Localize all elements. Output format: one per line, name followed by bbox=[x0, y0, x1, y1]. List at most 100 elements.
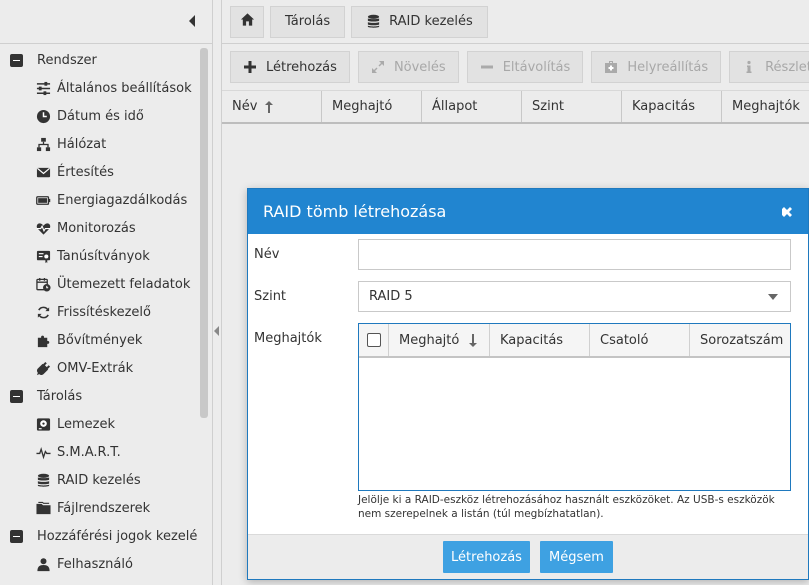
level-select[interactable]: RAID 5 bbox=[358, 281, 791, 312]
drives-column-device[interactable]: Meghajtó bbox=[389, 324, 490, 356]
drives-label: Meghajtók bbox=[254, 331, 322, 346]
breadcrumb-storage[interactable]: Tárolás bbox=[270, 5, 346, 38]
nav-item[interactable]: Ütemezett feladatok bbox=[0, 270, 197, 298]
details-button-label: Részlet bbox=[765, 59, 809, 75]
close-icon[interactable] bbox=[780, 204, 794, 218]
create-button-label: Létrehozás bbox=[266, 59, 337, 75]
nav-section[interactable]: Hozzáférési jogok kezelése bbox=[0, 522, 197, 550]
column-label: Állapot bbox=[432, 99, 478, 114]
select-all-checkbox-cell[interactable] bbox=[359, 324, 389, 356]
nav-item-label: Tanúsítványok bbox=[57, 248, 150, 264]
nav-item[interactable]: OMV-Extrák bbox=[0, 354, 197, 382]
certificate-icon bbox=[35, 248, 51, 264]
drives-column-connector[interactable]: Csatoló bbox=[590, 324, 690, 356]
create-raid-button[interactable]: Létrehozás bbox=[443, 541, 530, 573]
remove-button-label: Eltávolítás bbox=[502, 59, 571, 75]
column-header-device[interactable]: Meghajtó bbox=[322, 91, 422, 122]
dialog-footer: Létrehozás Mégsem bbox=[248, 534, 808, 579]
nav-item-label: Bővítmények bbox=[57, 332, 143, 348]
nav-section-label: Tárolás bbox=[37, 388, 83, 404]
select-all-checkbox[interactable] bbox=[367, 333, 381, 347]
create-button[interactable]: Létrehozás bbox=[230, 51, 350, 83]
collapse-section-icon[interactable] bbox=[10, 53, 23, 67]
pulse-line-icon bbox=[35, 444, 51, 460]
name-label: Név bbox=[254, 247, 280, 262]
recover-button-label: Helyreállítás bbox=[627, 59, 709, 75]
drives-grid-header: Meghajtó Kapacitás Csatoló Sorozatszám bbox=[359, 324, 790, 358]
nav-section[interactable]: Rendszer bbox=[0, 46, 197, 74]
nav-item[interactable]: Lemezek bbox=[0, 410, 197, 438]
plus-icon bbox=[243, 60, 257, 74]
nav-section-label: Rendszer bbox=[37, 52, 97, 68]
nav-item-label: Hálózat bbox=[57, 136, 107, 152]
nav-item[interactable]: Általános beállítások bbox=[0, 74, 197, 102]
nav-item-label: Monitorozás bbox=[57, 220, 136, 236]
nav-item[interactable]: Értesítés bbox=[0, 158, 197, 186]
create-raid-dialog: RAID tömb létrehozása Név Szint RAID 5 M… bbox=[247, 188, 809, 580]
breadcrumb-label: RAID kezelés bbox=[389, 14, 473, 29]
column-header-capacity[interactable]: Kapacitás bbox=[622, 91, 722, 122]
grow-button-label: Növelés bbox=[393, 59, 446, 75]
disk-icon bbox=[35, 416, 51, 432]
nav-item[interactable]: Dátum és idő bbox=[0, 102, 197, 130]
plug-icon bbox=[35, 360, 51, 376]
panel-splitter[interactable] bbox=[213, 0, 222, 585]
column-header-devices[interactable]: Meghajtók bbox=[722, 91, 809, 122]
raid-grid-header: Név Meghajtó Állapot Szint Kapacitás Meg… bbox=[222, 90, 809, 124]
drives-column-capacity[interactable]: Kapacitás bbox=[490, 324, 590, 356]
grow-button[interactable]: Növelés bbox=[357, 51, 459, 83]
clock-icon bbox=[35, 108, 51, 124]
nav-item[interactable]: Bővítmények bbox=[0, 326, 197, 354]
collapse-section-icon[interactable] bbox=[10, 389, 23, 403]
database-icon bbox=[366, 14, 381, 29]
nav-section[interactable]: Tárolás bbox=[0, 382, 197, 410]
nav-item-label: RAID kezelés bbox=[57, 472, 141, 488]
toolbar: Létrehozás Növelés Eltávolítás Helyreáll… bbox=[222, 44, 809, 90]
minus-icon bbox=[480, 60, 494, 74]
name-field[interactable] bbox=[358, 239, 791, 270]
battery-icon bbox=[35, 192, 51, 208]
nav-item[interactable]: Tanúsítványok bbox=[0, 242, 197, 270]
column-label: Meghajtók bbox=[732, 99, 800, 114]
breadcrumb-raid[interactable]: RAID kezelés bbox=[351, 5, 488, 38]
home-icon bbox=[240, 12, 255, 31]
nav-item[interactable]: Felhasználó bbox=[0, 550, 197, 578]
column-label: Sorozatszám bbox=[700, 332, 784, 348]
info-icon bbox=[742, 60, 756, 74]
nav-item[interactable]: Monitorozás bbox=[0, 214, 197, 242]
column-label: Csatoló bbox=[600, 332, 649, 348]
breadcrumb-home[interactable] bbox=[230, 5, 264, 38]
nav-item[interactable]: RAID kezelés bbox=[0, 466, 197, 494]
network-icon bbox=[35, 136, 51, 152]
nav-item[interactable]: Fájlrendszerek bbox=[0, 494, 197, 522]
nav-item-label: Frissítéskezelő bbox=[57, 304, 151, 320]
nav-item[interactable]: Energiagazdálkodás bbox=[0, 186, 197, 214]
nav-item[interactable]: S.M.A.R.T. bbox=[0, 438, 197, 466]
sliders-icon bbox=[35, 80, 51, 96]
details-button[interactable]: Részlet bbox=[729, 51, 809, 83]
column-header-level[interactable]: Szint bbox=[522, 91, 622, 122]
heart-pulse-icon bbox=[35, 220, 51, 236]
column-header-name[interactable]: Név bbox=[222, 91, 322, 122]
level-label: Szint bbox=[254, 289, 287, 304]
drives-grid-body bbox=[359, 358, 790, 490]
nav-item[interactable]: Hálózat bbox=[0, 130, 197, 158]
breadcrumb-label: Tárolás bbox=[285, 14, 331, 29]
nav-item[interactable]: Frissítéskezelő bbox=[0, 298, 197, 326]
remove-button[interactable]: Eltávolítás bbox=[466, 51, 584, 83]
nav-item-label: Ütemezett feladatok bbox=[57, 276, 191, 292]
recover-button[interactable]: Helyreállítás bbox=[591, 51, 722, 83]
collapse-nav-button[interactable] bbox=[0, 0, 213, 44]
cancel-button[interactable]: Mégsem bbox=[540, 541, 613, 573]
column-header-status[interactable]: Állapot bbox=[422, 91, 522, 122]
drives-column-serial[interactable]: Sorozatszám bbox=[690, 324, 790, 356]
collapse-section-icon[interactable] bbox=[10, 529, 23, 543]
breadcrumb: Tárolás RAID kezelés bbox=[222, 0, 809, 44]
nav-item-label: Értesítés bbox=[57, 164, 114, 180]
user-icon bbox=[35, 556, 51, 572]
chevron-down-icon bbox=[768, 294, 778, 300]
drives-grid: Meghajtó Kapacitás Csatoló Sorozatszám bbox=[358, 323, 791, 491]
calendar-clock-icon bbox=[35, 276, 51, 292]
nav-item-label: OMV-Extrák bbox=[57, 360, 134, 376]
navigation-scrollbar[interactable] bbox=[200, 48, 208, 418]
